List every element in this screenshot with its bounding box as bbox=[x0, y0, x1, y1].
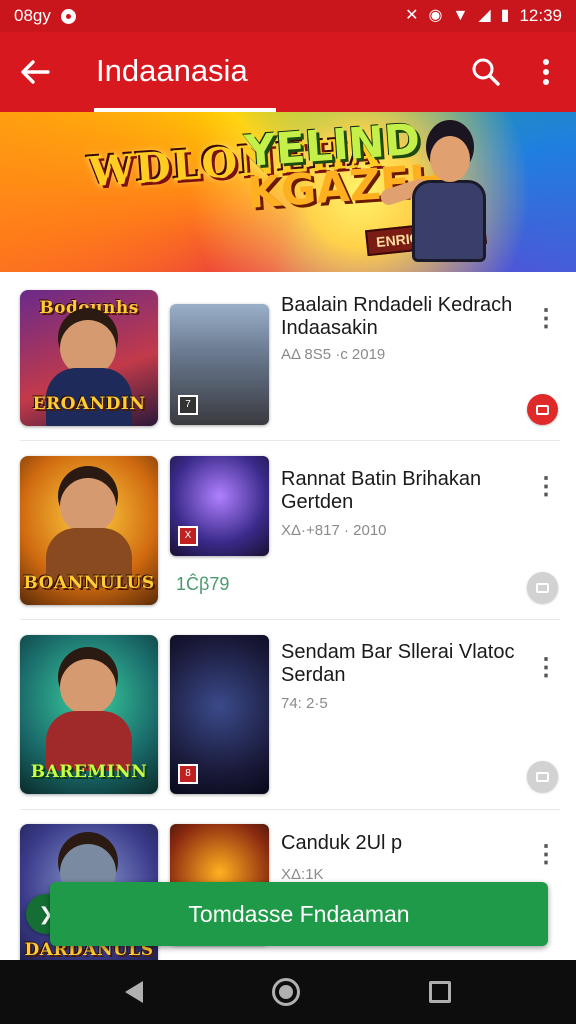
item-meta: XΔ:1K bbox=[281, 866, 324, 883]
item-more-button[interactable]: ⋮ bbox=[532, 302, 560, 336]
item-more-button[interactable]: ⋮ bbox=[532, 470, 560, 504]
game-screenshot[interactable]: 7 bbox=[170, 304, 269, 425]
back-button[interactable] bbox=[0, 32, 70, 112]
more-button[interactable] bbox=[516, 32, 576, 112]
rating-tag-icon: X bbox=[178, 526, 198, 546]
search-button[interactable] bbox=[456, 32, 516, 112]
app-bar-actions bbox=[456, 32, 576, 112]
battery-icon: ▮ bbox=[500, 7, 510, 24]
status-time: 12:39 bbox=[519, 6, 562, 25]
item-title: Rannat Batin Brihakan Gertden bbox=[281, 468, 482, 513]
divider bbox=[20, 809, 560, 810]
banner-hero-art bbox=[378, 122, 516, 272]
game-screenshot[interactable]: X bbox=[170, 456, 269, 556]
search-icon bbox=[472, 58, 500, 86]
more-vertical-icon bbox=[543, 59, 549, 85]
item-title: Baalain Rndadeli Kedrach Indaasakin bbox=[281, 294, 513, 339]
comment-chip-button[interactable] bbox=[527, 394, 558, 425]
page-title: Indaanasia bbox=[96, 53, 248, 88]
cover-label: Bodounhs bbox=[39, 298, 139, 318]
rating-tag-icon: 8 bbox=[178, 764, 198, 784]
bluetooth-icon: ✕ bbox=[405, 7, 419, 24]
item-meta: XΔ·+817 · 2010 bbox=[281, 522, 387, 539]
comment-icon bbox=[536, 582, 549, 593]
nav-back-icon[interactable] bbox=[124, 981, 143, 1003]
item-more-button[interactable]: ⋮ bbox=[532, 651, 560, 685]
game-screenshot[interactable]: 8 bbox=[170, 635, 269, 794]
signal-icon: ◢ bbox=[478, 7, 491, 24]
rating-tag-icon: 7 bbox=[178, 395, 198, 415]
divider bbox=[20, 440, 560, 441]
nav-recents-icon[interactable] bbox=[429, 981, 452, 1003]
item-more-button[interactable]: ⋮ bbox=[532, 838, 560, 872]
primary-action-button[interactable]: Tomdasse Fndaaman bbox=[50, 882, 548, 946]
cover-label-bottom: EROANDIN bbox=[32, 394, 146, 414]
comment-icon bbox=[536, 771, 549, 782]
status-left: 08gy bbox=[14, 6, 76, 26]
game-cover-image[interactable]: BAREMINN bbox=[20, 635, 158, 794]
divider bbox=[20, 619, 560, 620]
cover-label-bottom: BOANNULUS bbox=[23, 573, 155, 593]
arrow-left-icon bbox=[21, 60, 50, 84]
game-cover-image[interactable]: Bodounhs EROANDIN bbox=[20, 290, 158, 426]
notification-dot-icon bbox=[60, 8, 76, 24]
item-title: Sendam Bar Sllerai Vlatoc Serdan bbox=[281, 641, 515, 686]
item-meta: 74: 2·5 bbox=[281, 695, 328, 712]
system-nav-bar bbox=[0, 960, 576, 1024]
status-bar: 08gy ✕ ◉ ▼ ◢ ▮ 12:39 bbox=[0, 0, 576, 32]
comment-chip-button[interactable] bbox=[527, 572, 558, 603]
game-cover-image[interactable]: BOANNULUS bbox=[20, 456, 158, 605]
featured-banner[interactable]: WDLONEHA YELIND KGAZEH ENRIGIS DIANI bbox=[0, 112, 576, 272]
eye-icon: ◉ bbox=[428, 7, 443, 24]
cover-label-bottom: BAREMINN bbox=[30, 762, 148, 782]
comment-chip-button[interactable] bbox=[527, 761, 558, 792]
nav-home-icon[interactable] bbox=[271, 978, 300, 1006]
wifi-icon: ▼ bbox=[452, 7, 469, 24]
status-right: ✕ ◉ ▼ ◢ ▮ 12:39 bbox=[405, 6, 562, 26]
item-badge-text: 1Ĉβ79 bbox=[176, 574, 230, 594]
status-carrier-text: 08gy bbox=[14, 6, 51, 25]
app-bar: Indaanasia bbox=[0, 32, 576, 112]
comment-icon bbox=[536, 404, 549, 415]
item-meta: AΔ 8S5 ·c 2019 bbox=[281, 346, 386, 363]
item-title: Canduk 2Ul p bbox=[281, 832, 403, 854]
